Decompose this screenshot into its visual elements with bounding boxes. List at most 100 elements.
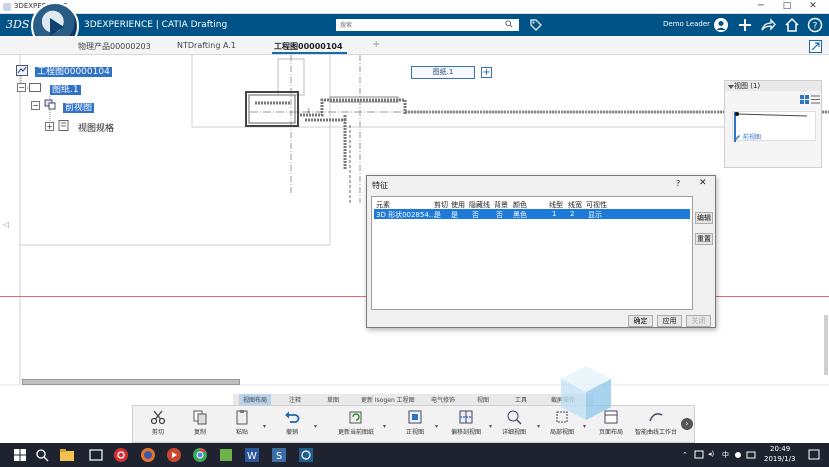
tab-sketch[interactable]: 草图 (327, 395, 339, 404)
home-icon[interactable] (784, 17, 800, 33)
clipping-dropdown-icon[interactable]: ▾ (583, 423, 586, 430)
workbench-button[interactable]: 智能曲线工作台 (633, 409, 679, 443)
svg-text:W: W (247, 451, 257, 462)
add-sheet-button[interactable]: + (481, 67, 492, 78)
tag-icon[interactable] (530, 19, 542, 31)
front-view-dropdown-icon[interactable]: ▾ (435, 423, 438, 430)
file-explorer-icon[interactable] (59, 447, 75, 463)
view-panel-item[interactable]: 前视图 (743, 132, 761, 141)
maximize-button[interactable]: □ (774, 0, 800, 14)
detail-view-button[interactable]: 详细视图 (494, 409, 534, 443)
tab-ntdrafting[interactable]: NTDrafting A.1 (177, 41, 236, 50)
dialog-close-icon[interactable]: ✕ (699, 178, 707, 188)
add-tab-button[interactable]: + (372, 39, 380, 50)
copy-button[interactable]: 复制 (180, 409, 220, 443)
offset-section-button[interactable]: 偏移剖视图 (443, 409, 489, 443)
tree-expand-toggle[interactable]: + (45, 122, 54, 131)
task-view-icon[interactable] (88, 447, 104, 463)
tab-electrical[interactable]: 电气修饰 (431, 395, 455, 404)
notifications-icon[interactable] (806, 447, 822, 463)
fullscreen-button[interactable] (809, 40, 822, 53)
tab-update-isogen[interactable]: 更新 Isogen 工程图 (361, 395, 415, 404)
cube-watermark-icon (561, 366, 611, 420)
search-icon[interactable] (505, 20, 513, 28)
help-icon[interactable]: ? (807, 17, 823, 33)
tree-collapse-toggle[interactable]: − (17, 83, 26, 92)
table-row[interactable]: 3D 形状002854... 是 是 否 否 黑色 1 2 显示 (374, 209, 690, 219)
undo-dropdown-icon[interactable]: ▾ (314, 423, 317, 430)
clock-date[interactable]: 2019/1/3 (764, 455, 795, 463)
view-panel-title: 视图 (1) (725, 81, 821, 91)
next-actions-icon[interactable]: › (681, 418, 693, 430)
tab-annotation[interactable]: 注释 (289, 395, 301, 404)
share-icon[interactable] (760, 17, 776, 33)
table-cell: 2 (570, 210, 575, 218)
volume-icon[interactable]: ◂) (708, 450, 714, 458)
word-icon[interactable]: W (244, 447, 260, 463)
user-name[interactable]: Demo Leader (663, 20, 710, 28)
tree-item-front-view[interactable]: 前视图 (63, 100, 95, 113)
keyboard-icon[interactable] (746, 447, 756, 463)
apply-button[interactable]: 应用 (657, 315, 682, 327)
tab-drawing[interactable]: 工程图00000104 (272, 41, 347, 54)
cut-button[interactable]: 剪切 (138, 409, 178, 443)
chrome-icon[interactable] (192, 447, 208, 463)
sheet-tab-label[interactable]: 图纸.1 (411, 66, 475, 79)
dialog-close-button[interactable]: 关闭 (686, 315, 711, 327)
3dexperience-icon[interactable] (298, 447, 314, 463)
minimize-button[interactable]: ─ (748, 0, 774, 14)
taskbar-search-icon[interactable] (34, 447, 50, 463)
front-view-button[interactable]: 正视图 (395, 409, 435, 443)
tab-view[interactable]: 视图 (477, 395, 489, 404)
svg-text:S: S (276, 451, 282, 462)
netease-music-icon[interactable] (113, 447, 129, 463)
solidworks-icon[interactable]: S (271, 447, 287, 463)
table-cell: 是 (451, 211, 458, 219)
table-cell: 显示 (588, 211, 602, 219)
undo-button[interactable]: 撤销 (272, 409, 312, 443)
tree-item-sheet[interactable]: 图纸.1 (50, 82, 81, 95)
maps-icon[interactable] (218, 447, 234, 463)
app-icon (3, 3, 11, 11)
update-sheet-button[interactable]: 更新当前图纸 (332, 409, 380, 443)
network-icon[interactable] (694, 447, 704, 463)
collapse-arrow-icon[interactable] (727, 83, 735, 91)
left-scroll-arrow-icon[interactable]: ◁ (3, 220, 9, 229)
cut-label: 剪切 (151, 429, 164, 436)
tray-chevron-icon[interactable]: ⌃ (682, 451, 688, 459)
table-cell: 3D 形状002854... (376, 211, 436, 219)
paste-button[interactable]: 粘贴 (222, 409, 262, 443)
specification-tree: 工程图00000104 − 图纸.1 − 前视图 + 视图规格 (0, 55, 200, 175)
horizontal-scrollbar[interactable] (22, 379, 240, 385)
tree-collapse-toggle-2[interactable]: − (31, 101, 40, 110)
tree-item-view-spec[interactable]: 视图规格 (78, 121, 114, 134)
ime-indicator[interactable]: 中 (722, 450, 729, 460)
tab-view-layout[interactable]: 视图布局 (239, 394, 272, 405)
list-view-icon[interactable] (811, 95, 820, 104)
media-icon[interactable] (166, 447, 182, 463)
grid-view-icon[interactable] (800, 95, 809, 104)
search-input[interactable] (336, 19, 519, 31)
close-button[interactable]: ✕ (800, 0, 826, 14)
vertical-scrollbar[interactable] (824, 315, 828, 375)
tab-physical-product[interactable]: 物理产品00000203 (78, 41, 151, 52)
edit-button[interactable]: 编辑 (695, 212, 713, 224)
user-avatar-icon[interactable] (713, 17, 729, 33)
windows-icon[interactable] (12, 447, 28, 463)
detail-view-label: 详细视图 (501, 429, 526, 436)
paste-dropdown-icon[interactable]: ▾ (263, 423, 266, 430)
offset-section-dropdown-icon[interactable]: ▾ (489, 423, 492, 430)
update-dropdown-icon[interactable]: ▾ (383, 423, 386, 430)
clock-time[interactable]: 20:49 (770, 445, 790, 453)
firefox-icon[interactable] (140, 447, 156, 463)
svg-text:↓: ↓ (306, 107, 312, 115)
dialog-help-button[interactable]: ? (676, 179, 680, 188)
reset-button[interactable]: 重置 (695, 233, 713, 245)
detail-view-dropdown-icon[interactable]: ▾ (537, 423, 540, 430)
ime-mode-icon[interactable] (733, 447, 743, 463)
ok-button[interactable]: 确定 (628, 315, 653, 327)
add-icon[interactable] (737, 17, 753, 33)
tree-item-drawing[interactable]: 工程图00000104 (35, 64, 112, 77)
tab-tools[interactable]: 工具 (515, 395, 527, 404)
app-title: 3DEXPERIENCE | CATIA Drafting (84, 20, 228, 30)
